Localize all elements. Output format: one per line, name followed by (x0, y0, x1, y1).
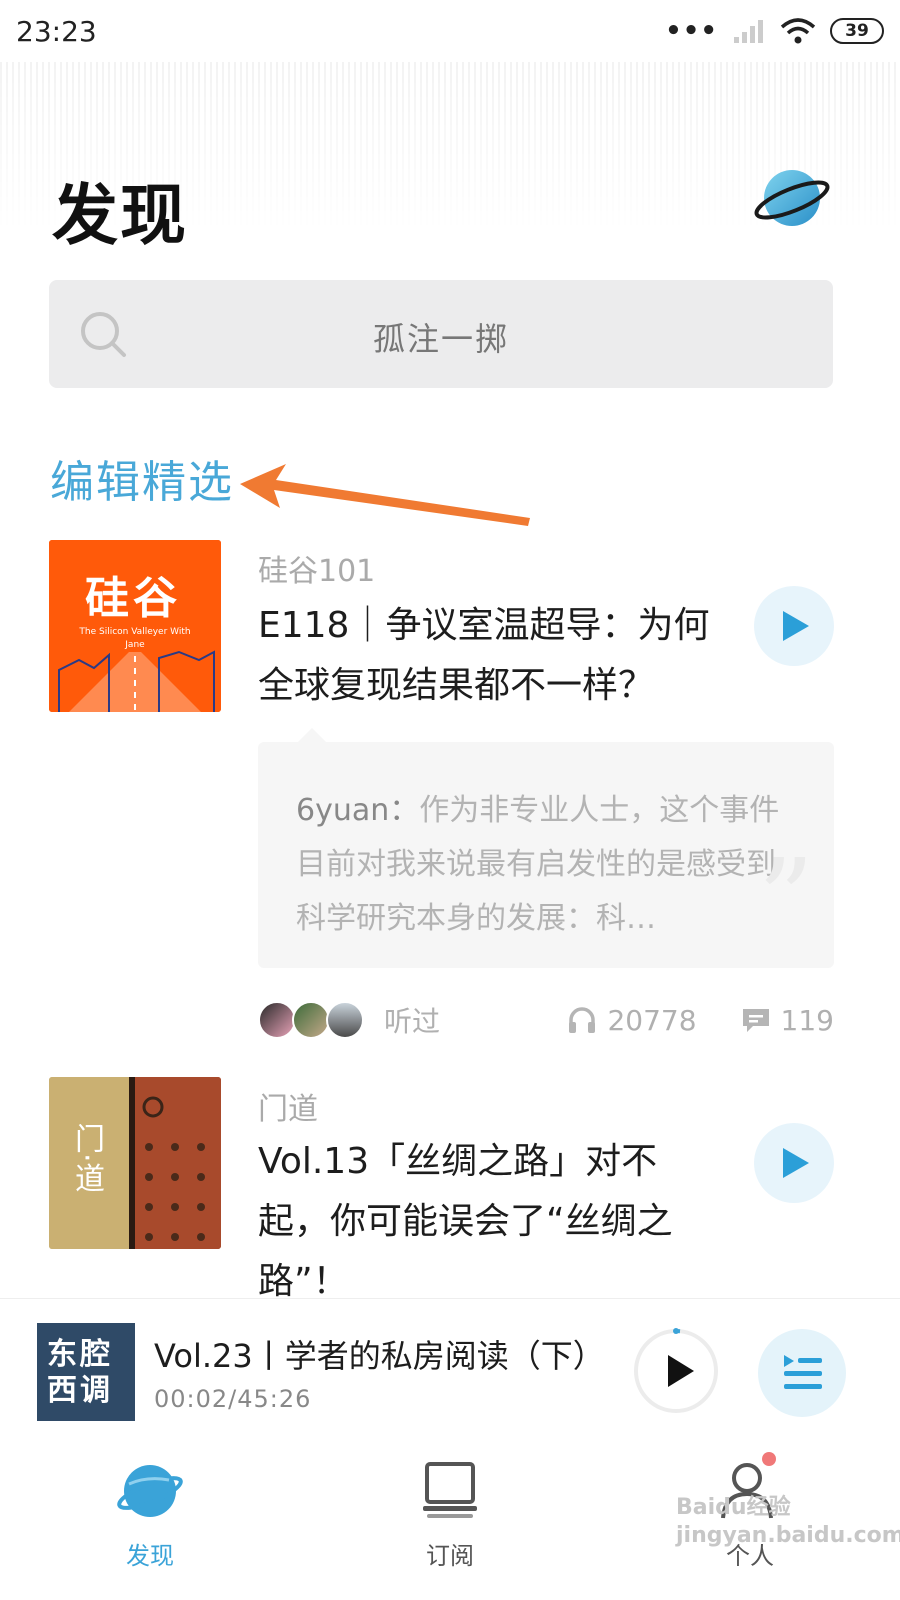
section-title: 编辑精选 (50, 457, 234, 508)
player-cover-text: 西调 (47, 1373, 113, 1408)
subscription-icon (423, 1462, 477, 1518)
mini-player[interactable]: 东腔 西调 Vol.23丨学者的私房阅读（下） 00:02/45:26 (0, 1298, 900, 1440)
player-title[interactable]: Vol.23丨学者的私房阅读（下） (154, 1331, 605, 1377)
episode-title[interactable]: Vol.13「丝绸之路」对不起，你可能误会了“丝绸之路”！ (258, 1132, 728, 1312)
listener-avatars[interactable] (258, 1001, 364, 1039)
more-dots-icon: ••• (665, 16, 718, 46)
page-title: 发现 (52, 177, 188, 254)
episode-meta: 听过 20778 119 (258, 998, 834, 1042)
podcast-name[interactable]: 门道 (258, 1084, 318, 1128)
avatar (326, 1001, 364, 1039)
play-button[interactable] (754, 586, 834, 666)
notification-dot (762, 1452, 776, 1466)
playlist-icon (784, 1355, 822, 1389)
wifi-icon (780, 18, 816, 44)
comment-icon (742, 1009, 769, 1032)
episode-cover[interactable]: 门·道 (49, 1077, 221, 1249)
planet-icon (117, 1465, 183, 1517)
annotation-arrow-icon (240, 464, 530, 526)
status-icons: ••• 39 (665, 16, 884, 46)
player-cover-text: 东腔 (47, 1337, 113, 1372)
cover-subtitle: The Silicon Valleyer With Jane (79, 627, 191, 650)
watermark: Baidu经验 jingyan.baidu.com (676, 1495, 900, 1548)
podcast-name[interactable]: 硅谷101 (258, 546, 375, 590)
episode-stats: 20778 119 (567, 1004, 834, 1037)
avatar (292, 1001, 330, 1039)
search-input[interactable]: 孤注一掷 (49, 280, 833, 388)
comment-text: 6yuan：作为非专业人士，这个事件目前对我来说最有启发性的是感受到科学研究本身… (296, 784, 796, 946)
episode-title[interactable]: E118｜争议室温超导：为何全球复现结果都不一样？ (258, 596, 728, 716)
play-icon (783, 611, 809, 641)
episode-cover[interactable]: 硅谷 The Silicon Valleyer With Jane (49, 540, 221, 712)
play-button[interactable] (754, 1123, 834, 1203)
cover-title: 硅谷 (85, 573, 181, 624)
player-play-button[interactable] (632, 1327, 720, 1415)
player-time: 00:02/45:26 (154, 1385, 312, 1413)
tab-label: 订阅 (426, 1542, 474, 1570)
play-icon (783, 1148, 809, 1178)
comment-card[interactable]: 6yuan：作为非专业人士，这个事件目前对我来说最有启发性的是感受到科学研究本身… (258, 728, 834, 968)
headphones-icon (569, 1007, 596, 1033)
tab-label: 发现 (126, 1542, 174, 1570)
avatar (258, 1001, 296, 1039)
heard-label: 听过 (384, 1005, 441, 1038)
quote-icon: ” (757, 835, 814, 963)
planet-logo-icon[interactable] (752, 166, 830, 230)
listen-count: 20778 (607, 1003, 697, 1037)
status-time: 23:23 (16, 14, 97, 48)
cover-title: 门·道 (69, 1123, 104, 1193)
comment-count: 119 (780, 1003, 834, 1037)
signal-icon (734, 20, 763, 43)
playlist-button[interactable] (758, 1329, 846, 1417)
player-cover[interactable]: 东腔 西调 (37, 1323, 135, 1421)
battery-icon: 39 (830, 18, 884, 44)
status-bar: 23:23 ••• 39 (0, 0, 900, 62)
search-placeholder: 孤注一掷 (372, 320, 509, 358)
tab-discover[interactable]: 发现 (0, 1440, 300, 1600)
comment-user[interactable]: 6yuan： (296, 793, 419, 828)
tab-subscribe[interactable]: 订阅 (300, 1440, 600, 1600)
